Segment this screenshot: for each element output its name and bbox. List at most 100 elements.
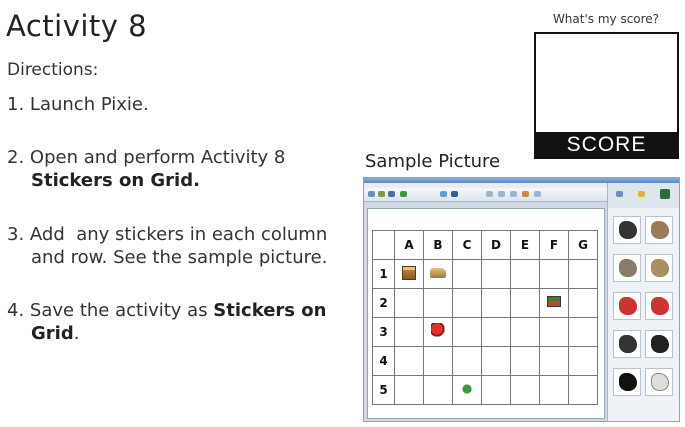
vehicle-sticker-icon bbox=[430, 268, 446, 278]
grid-cell bbox=[394, 346, 424, 376]
grid-cell bbox=[423, 288, 453, 318]
grid-cell bbox=[510, 317, 540, 347]
sticker-thumb bbox=[613, 330, 641, 358]
grid-cell bbox=[568, 288, 598, 318]
grid-cell bbox=[394, 317, 424, 347]
step-2: 2. Open and perform Activity 8 Stickers … bbox=[7, 146, 357, 192]
step-3-text-line1: Add any stickers in each column bbox=[29, 224, 328, 245]
text-icon bbox=[451, 191, 458, 197]
grid-cell bbox=[481, 317, 511, 347]
grid-cell bbox=[481, 288, 511, 318]
score-prompt: What's my score? bbox=[552, 12, 660, 26]
pixie-canvas: A B C D E F G 1 2 3 4 5 bbox=[367, 208, 605, 419]
sticker-thumb bbox=[645, 330, 673, 358]
step-4-period: . bbox=[73, 323, 80, 344]
step-2-number: 2. bbox=[7, 147, 25, 168]
sticker-thumb bbox=[613, 368, 641, 396]
grid-cell bbox=[481, 259, 511, 289]
grid-cell bbox=[452, 346, 482, 376]
grid-cell bbox=[452, 317, 482, 347]
building-sticker-icon bbox=[402, 265, 416, 280]
sample-picture-title: Sample Picture bbox=[365, 151, 501, 172]
column-header: E bbox=[510, 230, 540, 260]
grid-cell bbox=[452, 288, 482, 318]
sidebar-tab-icon bbox=[660, 189, 670, 199]
step-4-number: 4. bbox=[7, 300, 25, 321]
column-header: C bbox=[452, 230, 482, 260]
column-header: A bbox=[394, 230, 424, 260]
grid-cell bbox=[539, 317, 569, 347]
column-header: B bbox=[423, 230, 453, 260]
grid-cell bbox=[568, 375, 598, 405]
step-3: 3. Add any stickers in each column and r… bbox=[7, 223, 357, 269]
score-bar: SCORE bbox=[536, 132, 677, 157]
step-4: 4. Save the activity as Stickers on Grid… bbox=[7, 299, 357, 345]
grid-cell bbox=[481, 346, 511, 376]
column-header: F bbox=[539, 230, 569, 260]
grid-cell bbox=[510, 346, 540, 376]
sticker-thumb bbox=[613, 216, 641, 244]
column-header: D bbox=[481, 230, 511, 260]
sticker-thumb bbox=[613, 292, 641, 320]
new-icon bbox=[368, 191, 375, 197]
grid-cell bbox=[452, 259, 482, 289]
sidebar-tabs bbox=[607, 183, 679, 209]
web-icon bbox=[400, 191, 407, 197]
step-3-text-line2: and row. See the sample picture. bbox=[31, 247, 328, 268]
row-header: 3 bbox=[372, 317, 395, 347]
score-box[interactable]: SCORE bbox=[534, 32, 679, 159]
step-2-bold: Stickers on Grid. bbox=[31, 170, 200, 191]
sticker-thumb bbox=[645, 368, 673, 396]
grid-cell bbox=[394, 375, 424, 405]
grid-cell bbox=[423, 346, 453, 376]
grid-cell bbox=[423, 317, 453, 347]
page-icon bbox=[440, 191, 447, 197]
frog-sticker-icon bbox=[460, 381, 474, 396]
grid-cell bbox=[394, 259, 424, 289]
sticker-thumb bbox=[613, 254, 641, 282]
picture-sticker-icon bbox=[547, 296, 561, 307]
grid-cell bbox=[481, 375, 511, 405]
sticker-palette bbox=[607, 208, 679, 421]
step-1-text: Launch Pixie. bbox=[29, 94, 149, 115]
tool-icon bbox=[510, 191, 517, 197]
row-header: 1 bbox=[372, 259, 395, 289]
step-4-bold-2: Grid bbox=[31, 323, 74, 344]
grid-cell bbox=[539, 346, 569, 376]
grid-corner bbox=[372, 230, 395, 260]
directions-label: Directions: bbox=[7, 60, 99, 80]
row-header: 5 bbox=[372, 375, 395, 405]
sticker-thumb bbox=[645, 216, 673, 244]
grid-cell bbox=[423, 375, 453, 405]
grid-cell bbox=[568, 346, 598, 376]
grid-cell bbox=[568, 317, 598, 347]
sidebar-tab-icon bbox=[638, 191, 645, 197]
save-icon bbox=[388, 191, 395, 197]
step-4-text: Save the activity as bbox=[29, 300, 214, 321]
grid-cell bbox=[510, 375, 540, 405]
row-header: 2 bbox=[372, 288, 395, 318]
tool-icon bbox=[486, 191, 493, 197]
activity-title: Activity 8 bbox=[6, 9, 148, 43]
step-1-number: 1. bbox=[7, 94, 25, 115]
sample-picture-screenshot: A B C D E F G 1 2 3 4 5 bbox=[363, 177, 680, 422]
grid-cell bbox=[539, 259, 569, 289]
sticker-thumb bbox=[645, 254, 673, 282]
grid-cell bbox=[539, 288, 569, 318]
grid-cell bbox=[394, 288, 424, 318]
step-2-text: Open and perform Activity 8 bbox=[29, 147, 286, 168]
grid-cell bbox=[539, 375, 569, 405]
step-1: 1. Launch Pixie. bbox=[7, 93, 357, 116]
grid-cell bbox=[510, 288, 540, 318]
sticker-grid: A B C D E F G 1 2 3 4 5 bbox=[372, 230, 598, 405]
step-4-bold-1: Stickers on bbox=[213, 300, 327, 321]
step-3-number: 3. bbox=[7, 224, 25, 245]
grid-cell bbox=[452, 375, 482, 405]
row-header: 4 bbox=[372, 346, 395, 376]
column-header: G bbox=[568, 230, 598, 260]
open-icon bbox=[378, 191, 385, 197]
grid-cell bbox=[510, 259, 540, 289]
tool-icon bbox=[534, 191, 541, 197]
grid-cell bbox=[568, 259, 598, 289]
grid-cell bbox=[423, 259, 453, 289]
